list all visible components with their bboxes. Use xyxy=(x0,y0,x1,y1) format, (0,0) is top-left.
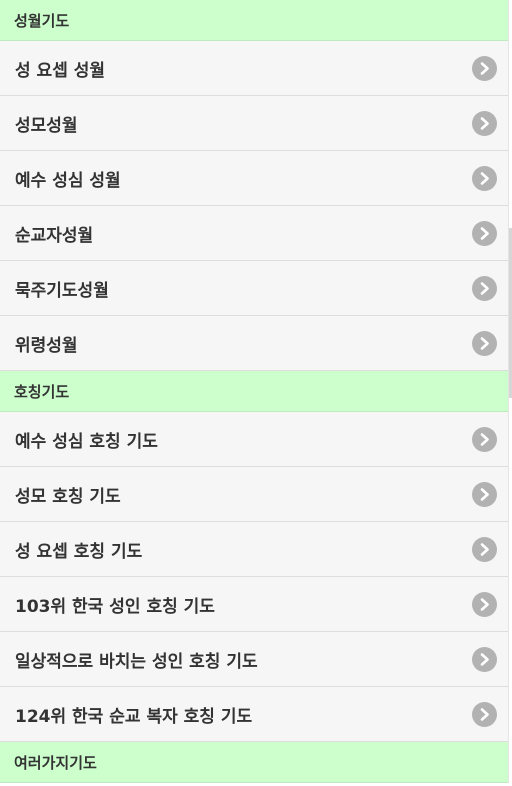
list-item-rosary-month[interactable]: 묵주기도성월 xyxy=(0,261,508,316)
list-item-litany-124-korean-blessed[interactable]: 124위 한국 순교 복자 호칭 기도 xyxy=(0,687,508,742)
chevron-right-icon xyxy=(472,55,497,81)
list-item-litany-daily-saints[interactable]: 일상적으로 바치는 성인 호칭 기도 xyxy=(0,632,508,687)
list-item-mary-month[interactable]: 성모성월 xyxy=(0,96,508,151)
chevron-right-icon xyxy=(472,110,497,136)
list-item-label: 성모성월 xyxy=(15,115,78,136)
list-item-martyrs-month[interactable]: 순교자성월 xyxy=(0,206,508,261)
list-item-label: 예수 성심 성월 xyxy=(15,170,121,191)
chevron-right-icon xyxy=(472,701,497,727)
section-header-various-prayers: 여러가지기도 xyxy=(0,742,508,783)
prayer-list-screen: 성월기도 성 요셉 성월 성모성월 예수 성심 성월 순교자성월 묵주기도성월 … xyxy=(0,0,512,786)
list-item-souls-month[interactable]: 위령성월 xyxy=(0,316,508,371)
list-item-label: 성모 호칭 기도 xyxy=(15,486,121,507)
list-item-litany-mary[interactable]: 성모 호칭 기도 xyxy=(0,467,508,522)
section-title: 성월기도 xyxy=(14,11,70,30)
list-item-litany-sacred-heart[interactable]: 예수 성심 호칭 기도 xyxy=(0,412,508,467)
chevron-right-icon xyxy=(472,165,497,191)
prayer-list: 성월기도 성 요셉 성월 성모성월 예수 성심 성월 순교자성월 묵주기도성월 … xyxy=(0,0,509,783)
list-item-label: 성 요셉 호칭 기도 xyxy=(15,541,143,562)
chevron-right-icon xyxy=(472,426,497,452)
chevron-right-icon xyxy=(472,220,497,246)
chevron-right-icon xyxy=(472,330,497,356)
list-item-litany-103-korean-saints[interactable]: 103위 한국 성인 호칭 기도 xyxy=(0,577,508,632)
list-item-label: 일상적으로 바치는 성인 호칭 기도 xyxy=(15,651,258,672)
list-item-label: 예수 성심 호칭 기도 xyxy=(15,431,158,452)
section-header-monthly-prayers: 성월기도 xyxy=(0,0,508,41)
chevron-right-icon xyxy=(472,536,497,562)
section-header-litanies: 호칭기도 xyxy=(0,371,508,412)
chevron-right-icon xyxy=(472,646,497,672)
section-title: 호칭기도 xyxy=(14,382,70,401)
list-item-label: 순교자성월 xyxy=(15,225,94,246)
list-item-litany-st-joseph[interactable]: 성 요셉 호칭 기도 xyxy=(0,522,508,577)
list-item-label: 위령성월 xyxy=(15,335,78,356)
list-item-label: 묵주기도성월 xyxy=(15,280,109,301)
list-item-sacred-heart-month[interactable]: 예수 성심 성월 xyxy=(0,151,508,206)
chevron-right-icon xyxy=(472,275,497,301)
list-item-label: 103위 한국 성인 호칭 기도 xyxy=(15,596,215,617)
list-item-label: 성 요셉 성월 xyxy=(15,60,106,81)
chevron-right-icon xyxy=(472,481,497,507)
section-title: 여러가지기도 xyxy=(14,753,97,772)
list-item-label: 124위 한국 순교 복자 호칭 기도 xyxy=(15,706,253,727)
chevron-right-icon xyxy=(472,591,497,617)
list-item-st-joseph-month[interactable]: 성 요셉 성월 xyxy=(0,41,508,96)
